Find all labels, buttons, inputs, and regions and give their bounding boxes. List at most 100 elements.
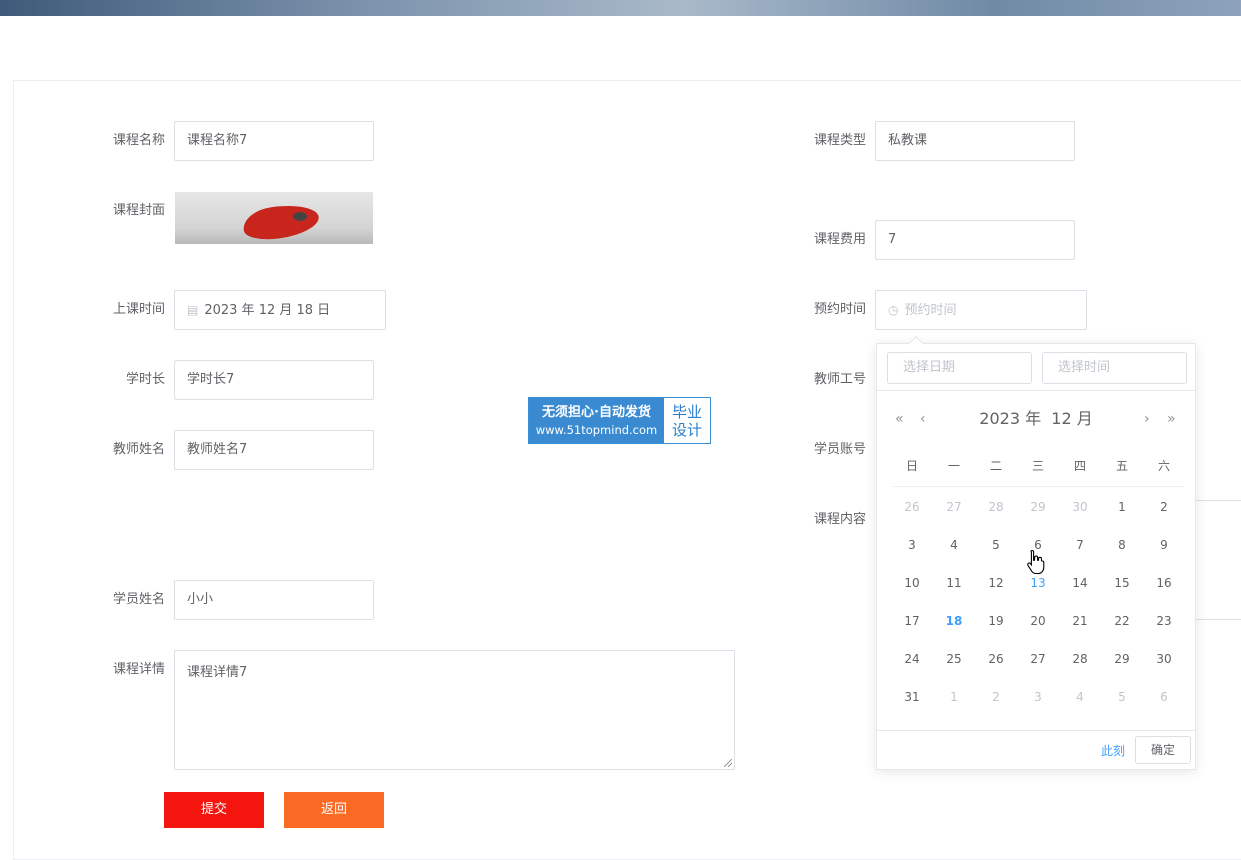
calendar-day[interactable]: 8 [1101, 530, 1143, 560]
calendar-day[interactable]: 27 [933, 492, 975, 522]
calendar-day[interactable]: 26 [891, 492, 933, 522]
reserve-time-placeholder: 预约时间 [904, 303, 957, 318]
weekday-header: 六 [1157, 459, 1170, 473]
calendar-day[interactable]: 10 [891, 568, 933, 598]
weekday-header: 日 [905, 459, 918, 473]
now-button[interactable]: 此刻 [1101, 741, 1125, 761]
course-name-input[interactable]: 课程名称7 [174, 121, 374, 161]
fee-label: 课程费用 [813, 232, 866, 247]
calendar-day[interactable]: 12 [975, 568, 1017, 598]
calendar-day[interactable]: 1 [933, 682, 975, 712]
teacher-id-label: 教师工号 [813, 372, 866, 387]
student-name-label: 学员姓名 [112, 592, 165, 607]
duration-input[interactable]: 学时长7 [174, 360, 374, 400]
picker-date-input[interactable]: 选择日期 [887, 352, 1032, 384]
watermark-right1: 毕业 [671, 402, 702, 421]
calendar-day[interactable]: 29 [1017, 492, 1059, 522]
teacher-name-label: 教师姓名 [112, 442, 165, 457]
calendar-day[interactable]: 15 [1101, 568, 1143, 598]
confirm-button[interactable]: 确定 [1135, 736, 1191, 764]
calendar-day[interactable]: 30 [1143, 644, 1185, 674]
next-year-icon[interactable]: » [1167, 404, 1176, 434]
calendar-day[interactable]: 3 [891, 530, 933, 560]
submit-button[interactable]: 提交 [164, 792, 264, 828]
class-time-input[interactable]: ▤ 2023 年 12 月 18 日 [174, 290, 386, 330]
picker-month[interactable]: 12 月 [1051, 409, 1092, 428]
course-content-label: 课程内容 [813, 512, 866, 527]
calendar-day[interactable]: 5 [975, 530, 1017, 560]
calendar-day[interactable]: 5 [1101, 682, 1143, 712]
calendar-day[interactable]: 3 [1017, 682, 1059, 712]
weekday-header: 二 [989, 459, 1002, 473]
watermark-right2: 设计 [671, 420, 702, 439]
content-box-top-edge [1196, 500, 1241, 501]
picker-time-input[interactable]: 选择时间 [1042, 352, 1187, 384]
picker-header: « ‹ 2023 年 12 月 › » [877, 404, 1195, 434]
calendar-day[interactable]: 7 [1059, 530, 1101, 560]
calendar-day[interactable]: 21 [1059, 606, 1101, 636]
details-label: 课程详情 [112, 662, 165, 677]
picker-year[interactable]: 2023 年 [979, 409, 1041, 428]
calendar-day[interactable]: 25 [933, 644, 975, 674]
cover-label: 课程封面 [112, 203, 165, 218]
hand-cursor-icon [1027, 549, 1045, 575]
student-name-input[interactable]: 小小 [174, 580, 374, 620]
course-cover-image[interactable] [175, 192, 373, 244]
details-value: 课程详情7 [187, 665, 248, 680]
calendar-day[interactable]: 22 [1101, 606, 1143, 636]
watermark-line2: www.51topmind.com [535, 422, 658, 437]
calendar-day[interactable]: 17 [891, 606, 933, 636]
class-time-label: 上课时间 [112, 302, 165, 317]
calendar-day[interactable]: 16 [1143, 568, 1185, 598]
calendar-day[interactable]: 6 [1143, 682, 1185, 712]
cover-red-shape [241, 200, 321, 244]
clock-icon: ◷ [888, 303, 899, 317]
watermark-badge: 无须担心·自动发货 www.51topmind.com 毕业 设计 [528, 397, 711, 444]
calendar-day[interactable]: 1 [1101, 492, 1143, 522]
calendar-day[interactable]: 31 [891, 682, 933, 712]
calendar-day[interactable]: 26 [975, 644, 1017, 674]
calendar-day[interactable]: 11 [933, 568, 975, 598]
content-box-bottom-edge [1196, 619, 1241, 620]
fee-input[interactable]: 7 [875, 220, 1075, 260]
top-banner [0, 0, 1241, 16]
reserve-time-input[interactable]: ◷ 预约时间 [875, 290, 1087, 330]
calendar-day[interactable]: 2 [975, 682, 1017, 712]
next-month-icon[interactable]: › [1144, 404, 1150, 434]
calendar-day[interactable]: 14 [1059, 568, 1101, 598]
duration-label: 学时长 [125, 372, 165, 387]
calendar-day[interactable]: 20 [1017, 606, 1059, 636]
calendar-day[interactable]: 29 [1101, 644, 1143, 674]
course-type-input[interactable]: 私教课 [875, 121, 1075, 161]
student-account-label: 学员账号 [813, 442, 866, 457]
back-button[interactable]: 返回 [284, 792, 384, 828]
weekday-divider [893, 486, 1183, 487]
teacher-name-input[interactable]: 教师姓名7 [174, 430, 374, 470]
watermark-line1: 无须担心·自动发货 [542, 404, 651, 420]
calendar-day[interactable]: 9 [1143, 530, 1185, 560]
course-name-label: 课程名称 [112, 133, 165, 148]
course-type-label: 课程类型 [813, 133, 866, 148]
calendar-day[interactable]: 2 [1143, 492, 1185, 522]
calendar-day[interactable]: 28 [975, 492, 1017, 522]
calendar-day[interactable]: 23 [1143, 606, 1185, 636]
class-time-value: 2023 年 12 月 18 日 [204, 303, 331, 318]
calendar-day[interactable]: 4 [1059, 682, 1101, 712]
calendar-day[interactable]: 4 [933, 530, 975, 560]
resize-handle[interactable] [724, 759, 732, 767]
calendar-day[interactable]: 27 [1017, 644, 1059, 674]
calendar-day[interactable]: 30 [1059, 492, 1101, 522]
reserve-time-label: 预约时间 [813, 302, 866, 317]
calendar-day[interactable]: 19 [975, 606, 1017, 636]
picker-footer: 此刻 确定 [877, 730, 1195, 770]
calendar-day[interactable]: 18 [933, 606, 975, 636]
details-textarea[interactable]: 课程详情7 [174, 650, 735, 770]
calendar-day[interactable]: 28 [1059, 644, 1101, 674]
weekday-header: 三 [1031, 459, 1044, 473]
calendar-day[interactable]: 24 [891, 644, 933, 674]
watermark-right: 毕业 设计 [664, 398, 710, 443]
weekday-header: 一 [947, 459, 960, 473]
watermark-left: 无须担心·自动发货 www.51topmind.com [529, 398, 664, 443]
weekday-header: 五 [1115, 459, 1128, 473]
cover-eye [293, 212, 307, 221]
